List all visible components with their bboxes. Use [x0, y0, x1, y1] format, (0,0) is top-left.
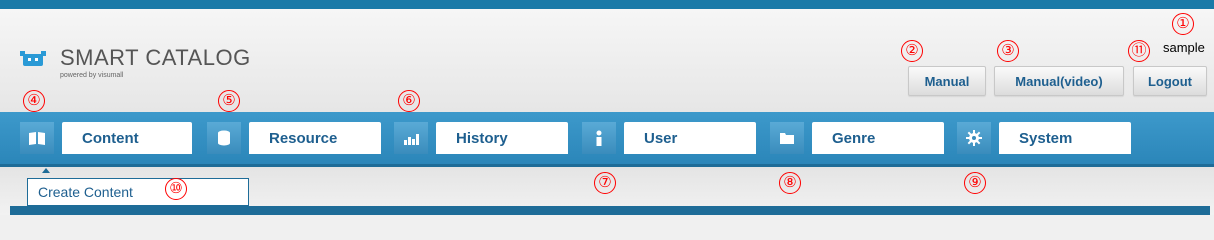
manual-button[interactable]: Manual: [908, 66, 986, 96]
main-nav-bar: Content Resource History User Genre Syst…: [0, 112, 1214, 164]
database-icon: [207, 122, 241, 154]
gear-icon: [957, 122, 991, 154]
book-icon: [20, 122, 54, 154]
callout-4: ④: [23, 90, 45, 112]
logo-mascot-icon: [20, 51, 46, 66]
username-label: sample: [1163, 40, 1205, 55]
callout-7: ⑦: [594, 172, 616, 194]
submenu-item-create-content[interactable]: Create Content: [38, 184, 133, 200]
content-top-bar: [10, 206, 1210, 215]
top-accent-bar: [0, 0, 1214, 9]
nav-label-genre: Genre: [812, 122, 944, 154]
callout-2: ②: [901, 40, 923, 62]
nav-label-resource: Resource: [249, 122, 381, 154]
folder-icon: [770, 122, 804, 154]
caret-up-icon: [42, 168, 50, 173]
nav-label-history: History: [436, 122, 568, 154]
callout-10: ⑩: [165, 178, 187, 200]
callout-5: ⑤: [218, 90, 240, 112]
header: SMART CATALOG powered by visumall: [0, 9, 1214, 112]
bar-chart-icon: [394, 122, 428, 154]
logo-subtitle: powered by visumall: [60, 72, 124, 79]
nav-label-content: Content: [62, 122, 192, 154]
nav-label-system: System: [999, 122, 1131, 154]
callout-11: ⑪: [1128, 40, 1150, 62]
callout-6: ⑥: [398, 90, 420, 112]
callout-8: ⑧: [779, 172, 801, 194]
callout-1: ①: [1172, 13, 1194, 35]
nav-label-user: User: [624, 122, 756, 154]
logo-name: SMART CATALOG: [60, 45, 251, 70]
user-icon: [582, 122, 616, 154]
logout-button[interactable]: Logout: [1133, 66, 1207, 96]
callout-3: ③: [997, 40, 1019, 62]
content-submenu: Create Content: [27, 178, 249, 206]
manual-video-button[interactable]: Manual(video): [994, 66, 1124, 96]
callout-9: ⑨: [964, 172, 986, 194]
